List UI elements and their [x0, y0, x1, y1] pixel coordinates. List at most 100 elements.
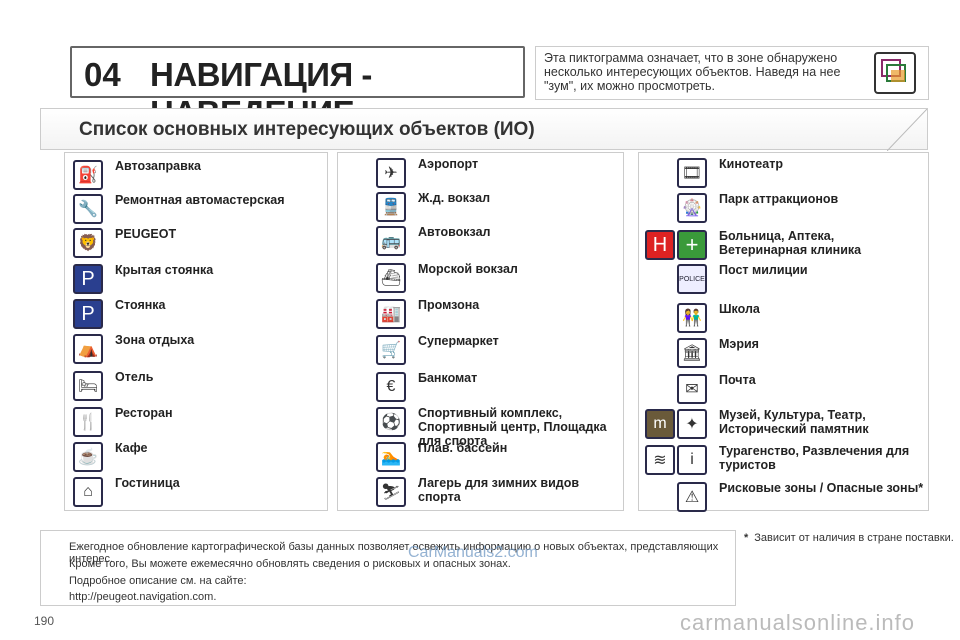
poi-row: ⚽ Спортивный комплекс, Спортивный центр, …: [338, 404, 623, 448]
intro-text: Эта пиктограмма означает, что в зоне обн…: [544, 51, 841, 93]
bus-icon: 🚌: [376, 226, 406, 256]
poi-row: 🏊 Плав. бассейн: [338, 439, 623, 475]
hotel-bed-icon: 🛏: [73, 371, 103, 401]
footnote-marker: *: [744, 532, 749, 544]
poi-row: ✈ Аэропорт: [338, 155, 623, 191]
footnote-text: Зависит от наличия в стране поставки.: [754, 532, 954, 544]
page-number: 190: [34, 614, 55, 628]
poi-label: Аэропорт: [418, 157, 479, 171]
poi-row: 🎡 Парк аттракционов: [639, 190, 928, 226]
wrench-icon: 🔧: [73, 194, 103, 224]
multiple-poi-icon: [874, 52, 916, 94]
poi-label: Больница, Аптека, Ветеринарная клиника: [719, 229, 862, 257]
poi-row: ✉ Почта: [639, 371, 928, 407]
poi-label: Парк аттракционов: [719, 192, 839, 206]
hospital-icon: H: [645, 230, 675, 260]
poi-column-2: ✈ Аэропорт 🚆 Ж.д. вокзал 🚌 Автовокзал ⛴ Морской…: [337, 152, 624, 511]
swimming-icon: 🏊: [376, 442, 406, 472]
poi-label: Крытая стоянка: [115, 263, 214, 277]
poi-row: 🏭 Промзона: [338, 296, 623, 332]
poi-row: 👫 Школа: [639, 300, 928, 336]
police-icon: POLICE: [677, 264, 707, 294]
poi-label: Ж.д. вокзал: [418, 191, 491, 205]
poi-row: 🚆 Ж.д. вокзал: [338, 189, 623, 225]
watermark-carmanuals2: CarManuals2.com: [408, 544, 538, 561]
poi-label: Банкомат: [418, 371, 478, 385]
poi-label: Кинотеатр: [719, 157, 783, 171]
section-title: Список основных интересующих объектов (И…: [79, 119, 535, 140]
poi-label: Ресторан: [115, 406, 173, 420]
poi-row: ≋ i Турагенство, Развлечения для туристов: [639, 442, 928, 478]
poi-label: Автовокзал: [418, 225, 491, 239]
poi-row: 🍴 Ресторан: [65, 404, 327, 440]
chapter-number: 04: [84, 56, 121, 93]
poi-label: Музей, Культура, Театр, Исторический пам…: [719, 408, 869, 436]
intro-box: Эта пиктограмма означает, что в зоне обн…: [535, 46, 929, 100]
covered-parking-icon: P: [73, 264, 103, 294]
ski-icon: ⛷: [376, 477, 406, 507]
footnote: * Зависит от наличия в стране поставки.: [744, 532, 954, 544]
watermark-carmanualsonline: carmanualsonline.info: [680, 610, 916, 635]
poi-label: Стоянка: [115, 298, 166, 312]
poi-label: PEUGEOT: [115, 227, 177, 241]
poi-row: 🚌 Автовокзал: [338, 223, 623, 259]
poi-label: Промзона: [418, 298, 480, 312]
airplane-icon: ✈: [376, 158, 406, 188]
cinema-icon: 🎞: [677, 158, 707, 188]
mail-icon: ✉: [677, 374, 707, 404]
poi-row: P Стоянка: [65, 296, 327, 332]
poi-row: POLICE Пост милиции: [639, 261, 928, 297]
poi-row: 🦁 PEUGEOT: [65, 225, 327, 261]
poi-row: ⛷ Лагерь для зимних видов спорта: [338, 474, 623, 510]
poi-label: Турагенство, Развлечения для туристов: [719, 444, 910, 472]
poi-label: Школа: [719, 302, 760, 316]
danger-zone-icon: ⚠: [677, 482, 707, 512]
tourism-icon: ≋: [645, 445, 675, 475]
poi-row: € Банкомат: [338, 369, 623, 405]
industry-icon: 🏭: [376, 299, 406, 329]
cafe-cup-icon: ☕: [73, 442, 103, 472]
rest-area-icon: ⛺: [73, 334, 103, 364]
museum-icon: m: [645, 409, 675, 439]
poi-row: ⚠ Рисковые зоны / Опасные зоны*: [639, 479, 928, 515]
poi-label: Рисковые зоны / Опасные зоны*: [719, 481, 924, 495]
train-icon: 🚆: [376, 192, 406, 222]
poi-label: Кафе: [115, 441, 148, 455]
town-hall-icon: 🏛: [677, 338, 707, 368]
sport-icon: ⚽: [376, 407, 406, 437]
poi-label: Пост милиции: [719, 263, 808, 277]
peugeot-lion-icon: 🦁: [73, 228, 103, 258]
poi-label: Почта: [719, 373, 756, 387]
poi-row: ☕ Кафе: [65, 439, 327, 475]
poi-row: ⌂ Гостиница: [65, 474, 327, 510]
ship-icon: ⛴: [376, 263, 406, 293]
poi-label: Зона отдыха: [115, 333, 195, 347]
poi-label: Супермаркет: [418, 334, 499, 348]
corner-decoration: [887, 109, 927, 151]
pharmacy-cross-icon: +: [677, 230, 707, 260]
poi-row: 🔧 Ремонтная автомастерская: [65, 191, 327, 227]
monument-icon: ✦: [677, 409, 707, 439]
footer-line-3: Подробное описание см. на сайте:: [69, 575, 247, 587]
poi-row: 🛏 Отель: [65, 368, 327, 404]
footer-url: http://peugeot.navigation.com.: [69, 591, 217, 603]
poi-label: Мэрия: [719, 337, 759, 351]
atm-icon: €: [376, 372, 406, 402]
poi-row: m ✦ Музей, Культура, Театр, Исторический п…: [639, 406, 928, 442]
shopping-cart-icon: 🛒: [376, 335, 406, 365]
poi-row: ⛽ Автозаправка: [65, 157, 327, 193]
restaurant-icon: 🍴: [73, 407, 103, 437]
poi-row: 🎞 Кинотеатр: [639, 155, 928, 191]
ferris-wheel-icon: 🎡: [677, 193, 707, 223]
poi-row: 🏛 Мэрия: [639, 335, 928, 371]
poi-label: Морской вокзал: [418, 262, 518, 276]
poi-row: P Крытая стоянка: [65, 261, 327, 297]
poi-row: H + Больница, Аптека, Ветеринарная клиника: [639, 227, 928, 263]
inn-icon: ⌂: [73, 477, 103, 507]
fuel-pump-icon: ⛽: [73, 160, 103, 190]
chapter-header: 04 НАВИГАЦИЯ - НАВЕДЕНИЕ: [70, 46, 525, 131]
poi-row: ⛴ Морской вокзал: [338, 260, 623, 296]
footer-note: Ежегодное обновление картографической ба…: [40, 530, 736, 606]
poi-label: Плав. бассейн: [418, 441, 508, 455]
info-icon: i: [677, 445, 707, 475]
